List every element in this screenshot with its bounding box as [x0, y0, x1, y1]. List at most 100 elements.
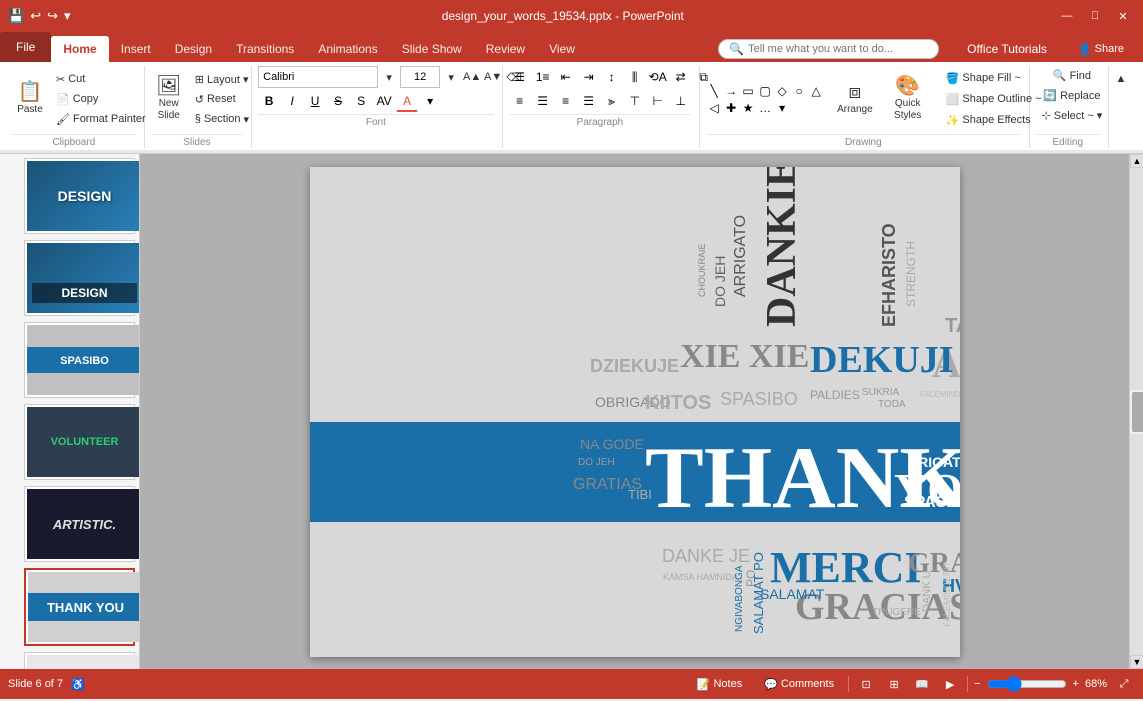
shape-dropdown[interactable]: ▾ — [774, 100, 790, 116]
indent-dec-btn[interactable]: ⇤ — [555, 66, 577, 88]
align-center-btn[interactable]: ☰ — [532, 90, 554, 112]
minimize-btn[interactable]: — — [1055, 6, 1079, 26]
columns-btn[interactable]: ⫸ — [601, 90, 623, 112]
restore-btn[interactable]: ⎕ — [1083, 6, 1107, 26]
align-right-btn[interactable]: ≡ — [555, 90, 577, 112]
align-bot-btn[interactable]: ⊥ — [670, 90, 692, 112]
shadow-btn[interactable]: S — [350, 90, 372, 112]
shape-rtri[interactable]: ◁ — [706, 100, 722, 116]
collapse-ribbon-btn[interactable]: ▲ — [1111, 70, 1131, 88]
zoom-slider[interactable] — [987, 676, 1067, 692]
shape-rounded[interactable]: ▢ — [757, 83, 773, 99]
shape-rect[interactable]: ▭ — [740, 83, 756, 99]
font-size-input[interactable] — [400, 66, 440, 88]
replace-btn[interactable]: 🔄 Replace — [1037, 86, 1106, 105]
arrange-btn[interactable]: ⧈ Arrange — [832, 78, 878, 120]
spacing-btn[interactable]: AV — [373, 90, 395, 112]
increase-font-btn[interactable]: A▲ — [462, 68, 482, 86]
slide-thumb-1[interactable]: DESIGN — [24, 158, 135, 234]
text-direction-btn[interactable]: ⟲A — [647, 66, 669, 88]
shape-more[interactable]: … — [757, 100, 773, 116]
slide-thumb-6[interactable]: THANK YOU — [24, 568, 135, 646]
strikethrough-btn[interactable]: S — [327, 90, 349, 112]
font-color-dropdown[interactable]: ▾ — [419, 90, 441, 112]
help-search-box[interactable]: 🔍 — [718, 39, 939, 59]
slide-thumb-2[interactable]: DESIGN — [24, 240, 135, 316]
slide-thumb-5[interactable]: ARTISTIC. — [24, 486, 135, 562]
font-color-btn[interactable]: A — [396, 90, 418, 112]
shape-tri[interactable]: △ — [808, 83, 824, 99]
slide-wrapper-6: 6 ★ THANK YOU — [4, 568, 135, 646]
notes-btn[interactable]: 📝 Notes — [689, 676, 750, 693]
bold-btn[interactable]: B — [258, 90, 280, 112]
shape-plus[interactable]: ✚ — [723, 100, 739, 116]
section-btn[interactable]: § Section ▾ — [189, 110, 255, 129]
view-sorter-btn[interactable]: ⊞ — [883, 673, 905, 695]
copy-btn[interactable]: 📄 Copy — [50, 90, 152, 109]
tab-insert[interactable]: Insert — [109, 36, 163, 62]
select-btn[interactable]: ⊹ Select ~ ▾ — [1036, 106, 1109, 125]
reset-btn[interactable]: ↺ Reset — [189, 90, 255, 109]
tab-slideshow[interactable]: Slide Show — [390, 36, 474, 62]
slide-thumb-3[interactable]: SPASIBO — [24, 322, 135, 398]
shape-diamond[interactable]: ◇ — [774, 83, 790, 99]
save-icon[interactable]: 💾 — [8, 8, 24, 24]
scroll-thumb[interactable] — [1132, 392, 1143, 432]
comments-btn[interactable]: 💬 Comments — [756, 676, 842, 693]
word-danku: DANK U — [921, 570, 933, 612]
bullets-btn[interactable]: ☰ — [509, 66, 531, 88]
new-slide-btn[interactable]: 🖼 NewSlide — [151, 72, 187, 126]
line-spacing-btn[interactable]: ↕ — [601, 66, 623, 88]
zoom-in-btn[interactable]: + — [1073, 678, 1079, 690]
decrease-font-btn[interactable]: A▼ — [483, 68, 503, 86]
tab-animations[interactable]: Animations — [306, 36, 389, 62]
undo-icon[interactable]: ↩ — [30, 8, 41, 24]
tab-home[interactable]: Home — [51, 36, 108, 62]
tab-design[interactable]: Design — [163, 36, 224, 62]
find-btn[interactable]: 🔍 Find — [1047, 66, 1097, 85]
font-name-input[interactable] — [258, 66, 378, 88]
slide-thumb-4[interactable]: VOLUNTEER — [24, 404, 135, 480]
accessibility-icon: ♿ — [71, 678, 85, 691]
redo-icon[interactable]: ↪ — [47, 8, 58, 24]
layout-btn[interactable]: ⊞ Layout ▾ — [189, 70, 255, 89]
indent-inc-btn[interactable]: ⇥ — [578, 66, 600, 88]
align-mid-btn[interactable]: ⊢ — [647, 90, 669, 112]
tab-view[interactable]: View — [537, 36, 587, 62]
slide-thumb-7[interactable] — [24, 652, 135, 669]
help-search-input[interactable] — [748, 43, 928, 55]
align-top-btn[interactable]: ⊤ — [624, 90, 646, 112]
font-size-dropdown[interactable]: ▾ — [441, 68, 461, 86]
zoom-out-btn[interactable]: − — [974, 678, 980, 690]
view-slideshow-btn[interactable]: ▶ — [939, 673, 961, 695]
tab-review[interactable]: Review — [474, 36, 537, 62]
share-btn[interactable]: 👤 Share — [1067, 39, 1135, 60]
format-painter-btn[interactable]: 🖌 Format Painter — [50, 110, 152, 129]
font-dropdown-btn[interactable]: ▾ — [379, 68, 399, 86]
shape-arrow[interactable]: → — [723, 83, 739, 99]
tab-transitions[interactable]: Transitions — [224, 36, 306, 62]
view-reading-btn[interactable]: 📖 — [911, 673, 933, 695]
justify-btn[interactable]: ☰ — [578, 90, 600, 112]
convert-btn[interactable]: ⇄ — [670, 66, 692, 88]
tab-file[interactable]: File — [0, 32, 51, 62]
section-label: Section — [204, 113, 241, 125]
paste-btn[interactable]: 📋 Paste — [12, 78, 48, 120]
scroll-up-btn[interactable]: ▲ — [1130, 154, 1143, 168]
view-normal-btn[interactable]: ⊡ — [855, 673, 877, 695]
fit-slide-btn[interactable]: ⤢ — [1113, 673, 1135, 695]
cut-btn[interactable]: ✂ Cut — [50, 70, 152, 89]
underline-btn[interactable]: U — [304, 90, 326, 112]
shape-star[interactable]: ★ — [740, 100, 756, 116]
italic-btn[interactable]: I — [281, 90, 303, 112]
slide-canvas[interactable]: CHOUKRAIE DO JEH ARRIGATO DANKIE EFHARIS… — [310, 167, 960, 657]
cols-btn[interactable]: ⫼ — [624, 66, 646, 88]
scroll-down-btn[interactable]: ▼ — [1130, 655, 1143, 669]
shape-oval[interactable]: ○ — [791, 83, 807, 99]
tab-office-tutorials[interactable]: Office Tutorials — [955, 36, 1059, 62]
shape-line[interactable]: ╲ — [706, 83, 722, 99]
align-left-btn[interactable]: ≡ — [509, 90, 531, 112]
close-btn[interactable]: ✕ — [1111, 6, 1135, 26]
quick-styles-btn[interactable]: 🎨 Quick Styles — [882, 72, 934, 126]
numbering-btn[interactable]: 1≡ — [532, 66, 554, 88]
